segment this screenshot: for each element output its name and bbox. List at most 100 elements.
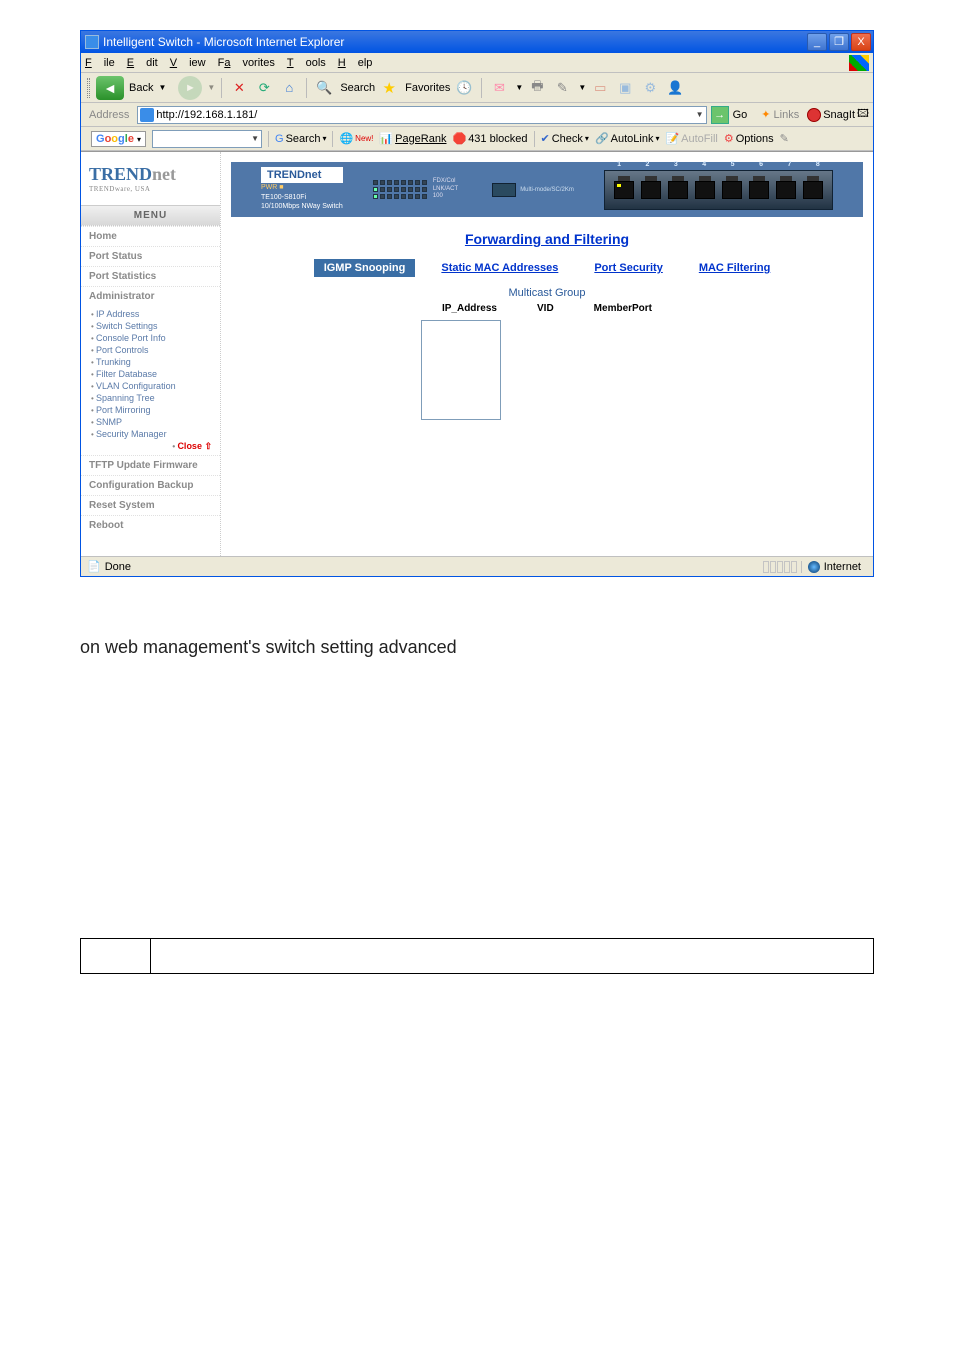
sidebar-sub-ip[interactable]: IP Address xyxy=(91,308,212,320)
sidebar-sub-port[interactable]: Port Controls xyxy=(91,344,212,356)
links-label[interactable]: ✦ Links xyxy=(761,108,799,121)
close-button[interactable]: X xyxy=(851,33,871,51)
multicast-group-title: Multicast Group xyxy=(221,285,873,301)
menubar: File Edit View Favorites Tools Help xyxy=(81,53,873,73)
sidebar-sub-snmp[interactable]: SNMP xyxy=(91,416,212,428)
refresh-button[interactable]: ⟳ xyxy=(253,77,275,99)
google-search-button[interactable]: G Search ▾ xyxy=(275,133,326,145)
tab-igmp-snooping[interactable]: IGMP Snooping xyxy=(314,259,416,277)
sidebar-close-admin[interactable]: Close ⇧ xyxy=(91,440,212,453)
menu-tools[interactable]: Tools xyxy=(287,57,326,69)
sidebar-item-port-statistics[interactable]: Port Statistics xyxy=(81,266,220,286)
sidebar-sub-mirror[interactable]: Port Mirroring xyxy=(91,404,212,416)
messenger-button[interactable]: 👤 xyxy=(664,77,686,99)
google-highlight-icon[interactable]: ✎ xyxy=(780,132,789,145)
device-banner: TRENDnet PWR ■ TE100-S810Fi 10/100Mbps N… xyxy=(231,162,863,217)
banner-led-labels: FDX/Col LNK/ACT 100 xyxy=(433,178,458,201)
go-button[interactable]: → xyxy=(711,106,729,124)
snagit-label: SnagIt xyxy=(823,109,855,121)
tab-static-mac[interactable]: Static MAC Addresses xyxy=(431,259,568,277)
sidebar-sub-console[interactable]: Console Port Info xyxy=(91,332,212,344)
forward-dropdown-icon: ▼ xyxy=(207,83,215,92)
favorites-icon[interactable]: ★ xyxy=(378,77,400,99)
table-headers: IP_Address VID MemberPort xyxy=(221,301,873,320)
menu-favorites[interactable]: Favorites xyxy=(218,57,275,69)
forward-button[interactable]: ► xyxy=(178,76,202,100)
sidebar-item-tftp[interactable]: TFTP Update Firmware xyxy=(81,455,220,475)
google-options[interactable]: ⚙ Options xyxy=(724,132,774,145)
sidebar-item-port-status[interactable]: Port Status xyxy=(81,246,220,266)
tab-port-security[interactable]: Port Security xyxy=(584,259,672,277)
sidebar: TRENDnet TRENDware, USA MENU Home Port S… xyxy=(81,152,221,556)
tab-mac-filtering[interactable]: MAC Filtering xyxy=(689,259,781,277)
google-check[interactable]: ✔ Check ▾ xyxy=(541,132,589,145)
sidebar-item-home[interactable]: Home xyxy=(81,226,220,246)
window-title: Intelligent Switch - Microsoft Internet … xyxy=(103,35,807,49)
status-zone: Internet xyxy=(801,561,867,573)
sidebar-sub-spanning[interactable]: Spanning Tree xyxy=(91,392,212,404)
google-autolink[interactable]: 🔗 AutoLink ▾ xyxy=(595,132,660,145)
maximize-button[interactable]: ❐ xyxy=(829,33,849,51)
address-dropdown-icon[interactable]: ▼ xyxy=(696,110,704,119)
stop-button[interactable]: ✕ xyxy=(228,77,250,99)
google-logo[interactable]: Google ▾ xyxy=(91,131,146,147)
mail-button[interactable]: ✉ xyxy=(488,77,510,99)
sidebar-sub-switch[interactable]: Switch Settings xyxy=(91,320,212,332)
status-zone-label: Internet xyxy=(824,561,861,573)
search-icon[interactable]: 🔍 xyxy=(313,77,335,99)
toolbar-extra-2[interactable]: ▣ xyxy=(614,77,636,99)
page-title: Forwarding and Filtering xyxy=(465,231,629,247)
col-memberport: MemberPort xyxy=(594,303,652,314)
google-new-button[interactable]: 🌐New! xyxy=(339,132,373,145)
minimize-button[interactable]: _ xyxy=(807,33,827,51)
google-popup-blocked[interactable]: 🛑 431 blocked xyxy=(452,132,527,145)
filter-tabs: IGMP Snooping Static MAC Addresses Port … xyxy=(221,257,873,285)
multicast-listbox[interactable] xyxy=(421,320,501,420)
port-5 xyxy=(722,181,742,199)
menu-help[interactable]: Help xyxy=(338,57,373,69)
port-8 xyxy=(803,181,823,199)
menu-edit[interactable]: Edit xyxy=(127,57,158,69)
banner-model2: 10/100Mbps NWay Switch xyxy=(261,202,343,212)
port-2 xyxy=(641,181,661,199)
sidebar-item-config-backup[interactable]: Configuration Backup xyxy=(81,475,220,495)
address-url: http://192.168.1.181/ xyxy=(156,109,257,121)
google-pagerank[interactable]: 📊 PageRank xyxy=(379,132,446,145)
mail-dropdown-icon[interactable]: ▼ xyxy=(515,83,523,92)
sidebar-item-reboot[interactable]: Reboot xyxy=(81,515,220,535)
google-input-dropdown-icon[interactable]: ▼ xyxy=(251,134,259,143)
go-label[interactable]: Go xyxy=(733,109,748,121)
snagit-config-icon[interactable]: 🖾 xyxy=(857,105,869,124)
menu-file[interactable]: File xyxy=(85,57,115,69)
titlebar: Intelligent Switch - Microsoft Internet … xyxy=(81,31,873,53)
address-input[interactable]: http://192.168.1.181/ ▼ xyxy=(137,106,706,124)
sidebar-sub-filter[interactable]: Filter Database xyxy=(91,368,212,380)
toolbar-extra-3[interactable]: ⚙ xyxy=(639,77,661,99)
port-3 xyxy=(668,181,688,199)
snagit-toolbar-item[interactable]: SnagIt 🖾 xyxy=(807,105,869,124)
favorites-label[interactable]: Favorites xyxy=(405,82,450,94)
menu-view[interactable]: View xyxy=(170,57,206,69)
port-4 xyxy=(695,181,715,199)
history-button[interactable]: 🕓 xyxy=(453,77,475,99)
sidebar-sub-vlan[interactable]: VLAN Configuration xyxy=(91,380,212,392)
edit-button[interactable]: ✎ xyxy=(551,77,573,99)
statusbar: 📄 Done Internet xyxy=(81,556,873,576)
back-dropdown-icon[interactable]: ▼ xyxy=(158,83,166,92)
sidebar-item-administrator[interactable]: Administrator xyxy=(81,286,220,306)
home-button[interactable]: ⌂ xyxy=(278,77,300,99)
toolbar-extra-1[interactable]: ▭ xyxy=(589,77,611,99)
google-toolbar: Google ▾ ▼ G Search ▾ 🌐New! 📊 PageRank 🛑… xyxy=(81,127,873,151)
sidebar-menu-header: MENU xyxy=(81,205,220,226)
sidebar-sub-trunking[interactable]: Trunking xyxy=(91,356,212,368)
sidebar-sub-security[interactable]: Security Manager xyxy=(91,428,212,440)
print-button[interactable]: 🖶 xyxy=(526,77,548,99)
back-button[interactable]: ◄ xyxy=(96,76,124,100)
port-panel: 12345678 xyxy=(604,170,833,210)
edit-dropdown-icon[interactable]: ▼ xyxy=(578,83,586,92)
windows-flag-icon xyxy=(849,55,869,71)
sidebar-item-reset[interactable]: Reset System xyxy=(81,495,220,515)
search-label[interactable]: Search xyxy=(340,82,375,94)
google-search-input[interactable]: ▼ xyxy=(152,130,262,148)
sidebar-logo: TRENDnet TRENDware, USA xyxy=(81,152,220,205)
